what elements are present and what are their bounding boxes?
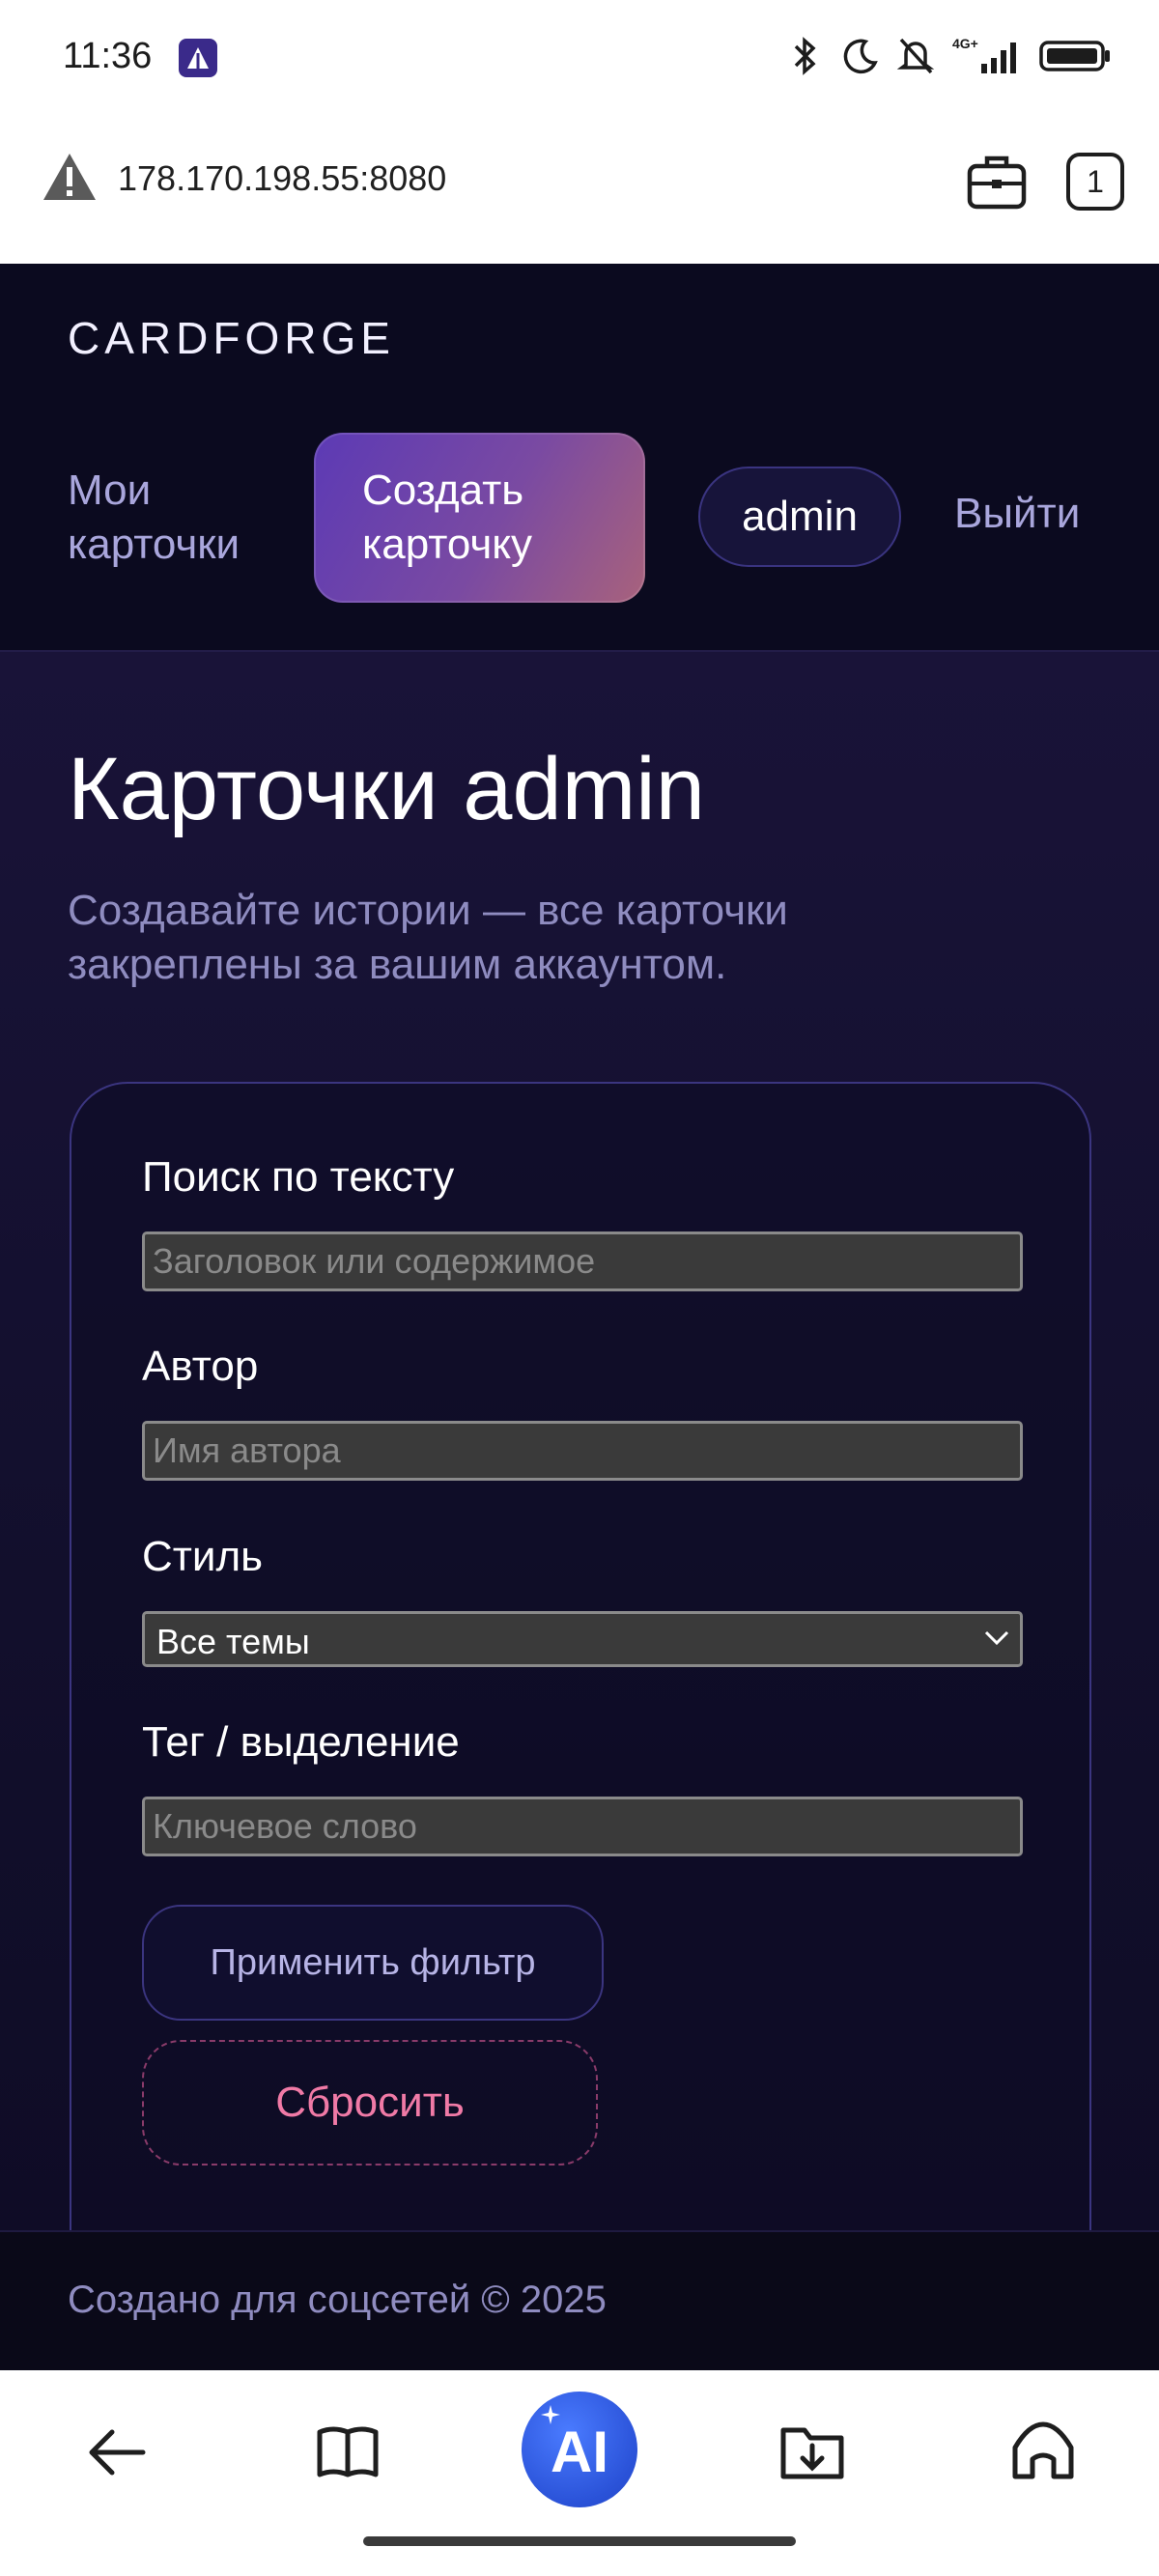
tab-count-button[interactable]: 1: [1066, 153, 1124, 211]
tag-input[interactable]: [142, 1797, 1023, 1856]
site-header: CARDFORGE Мои карточки Создать карточку …: [0, 264, 1159, 652]
search-input[interactable]: [142, 1231, 1023, 1291]
brand-logo[interactable]: CARDFORGE: [68, 312, 395, 364]
footer-text: Создано для соцсетей © 2025: [68, 2279, 607, 2321]
style-select-value: Все темы: [156, 1622, 310, 1661]
page-title: Карточки admin: [68, 740, 705, 838]
ai-label: AI: [551, 2420, 608, 2484]
nav-my-cards[interactable]: Мои карточки: [68, 464, 270, 572]
author-label: Автор: [142, 1343, 259, 1390]
status-icons: 4G+: [788, 35, 1113, 82]
site-footer: Создано для соцсетей © 2025: [0, 2230, 1159, 2372]
svg-text:4G+: 4G+: [952, 36, 978, 51]
downloads-folder-icon[interactable]: [777, 2419, 847, 2491]
style-select[interactable]: Все темы: [142, 1611, 1023, 1667]
status-bar: 11:36 4G+: [0, 0, 1159, 116]
chevron-down-icon: [983, 1628, 1010, 1654]
apply-filter-button[interactable]: Применить фильтр: [142, 1905, 604, 2021]
bluetooth-icon: [788, 35, 823, 82]
page-subtitle: Создавайте истории — все карточки закреп…: [68, 887, 788, 988]
reset-button[interactable]: Сбросить: [142, 2040, 598, 2166]
home-indicator[interactable]: [363, 2536, 796, 2546]
back-arrow-icon[interactable]: [83, 2419, 151, 2491]
nav-logout[interactable]: Выйти: [954, 490, 1080, 538]
home-icon[interactable]: [1009, 2419, 1077, 2491]
url-text[interactable]: 178.170.198.55:8080: [118, 158, 446, 199]
bell-muted-icon: [896, 36, 935, 81]
not-secure-warning-icon[interactable]: [41, 150, 99, 209]
search-label: Поиск по тексту: [142, 1153, 455, 1201]
cellular-signal-icon: 4G+: [952, 35, 1022, 82]
browser-url-bar: 178.170.198.55:8080 1: [0, 116, 1159, 264]
toolbox-icon[interactable]: [966, 153, 1028, 215]
nav-create-card-label: Создать карточку: [362, 467, 533, 568]
bookmarks-book-icon[interactable]: [314, 2419, 382, 2491]
filter-panel: Поиск по тексту Автор Стиль Все темы Тег…: [70, 1082, 1091, 2230]
nav-create-card-button[interactable]: Создать карточку: [314, 433, 645, 603]
style-label: Стиль: [142, 1533, 264, 1580]
app-notification-icon: [179, 39, 217, 77]
battery-icon: [1039, 37, 1113, 80]
nav-my-cards-label: Мои карточки: [68, 467, 240, 568]
status-time: 11:36: [63, 36, 153, 76]
browser-bottom-nav: AI: [0, 2370, 1159, 2576]
tag-label: Тег / выделение: [142, 1718, 460, 1766]
ai-assistant-button[interactable]: AI: [522, 2392, 637, 2507]
user-badge[interactable]: admin: [698, 467, 901, 567]
author-input[interactable]: [142, 1421, 1023, 1481]
main-content: Карточки admin Создавайте истории — все …: [0, 652, 1159, 2230]
moon-icon: [840, 37, 879, 80]
